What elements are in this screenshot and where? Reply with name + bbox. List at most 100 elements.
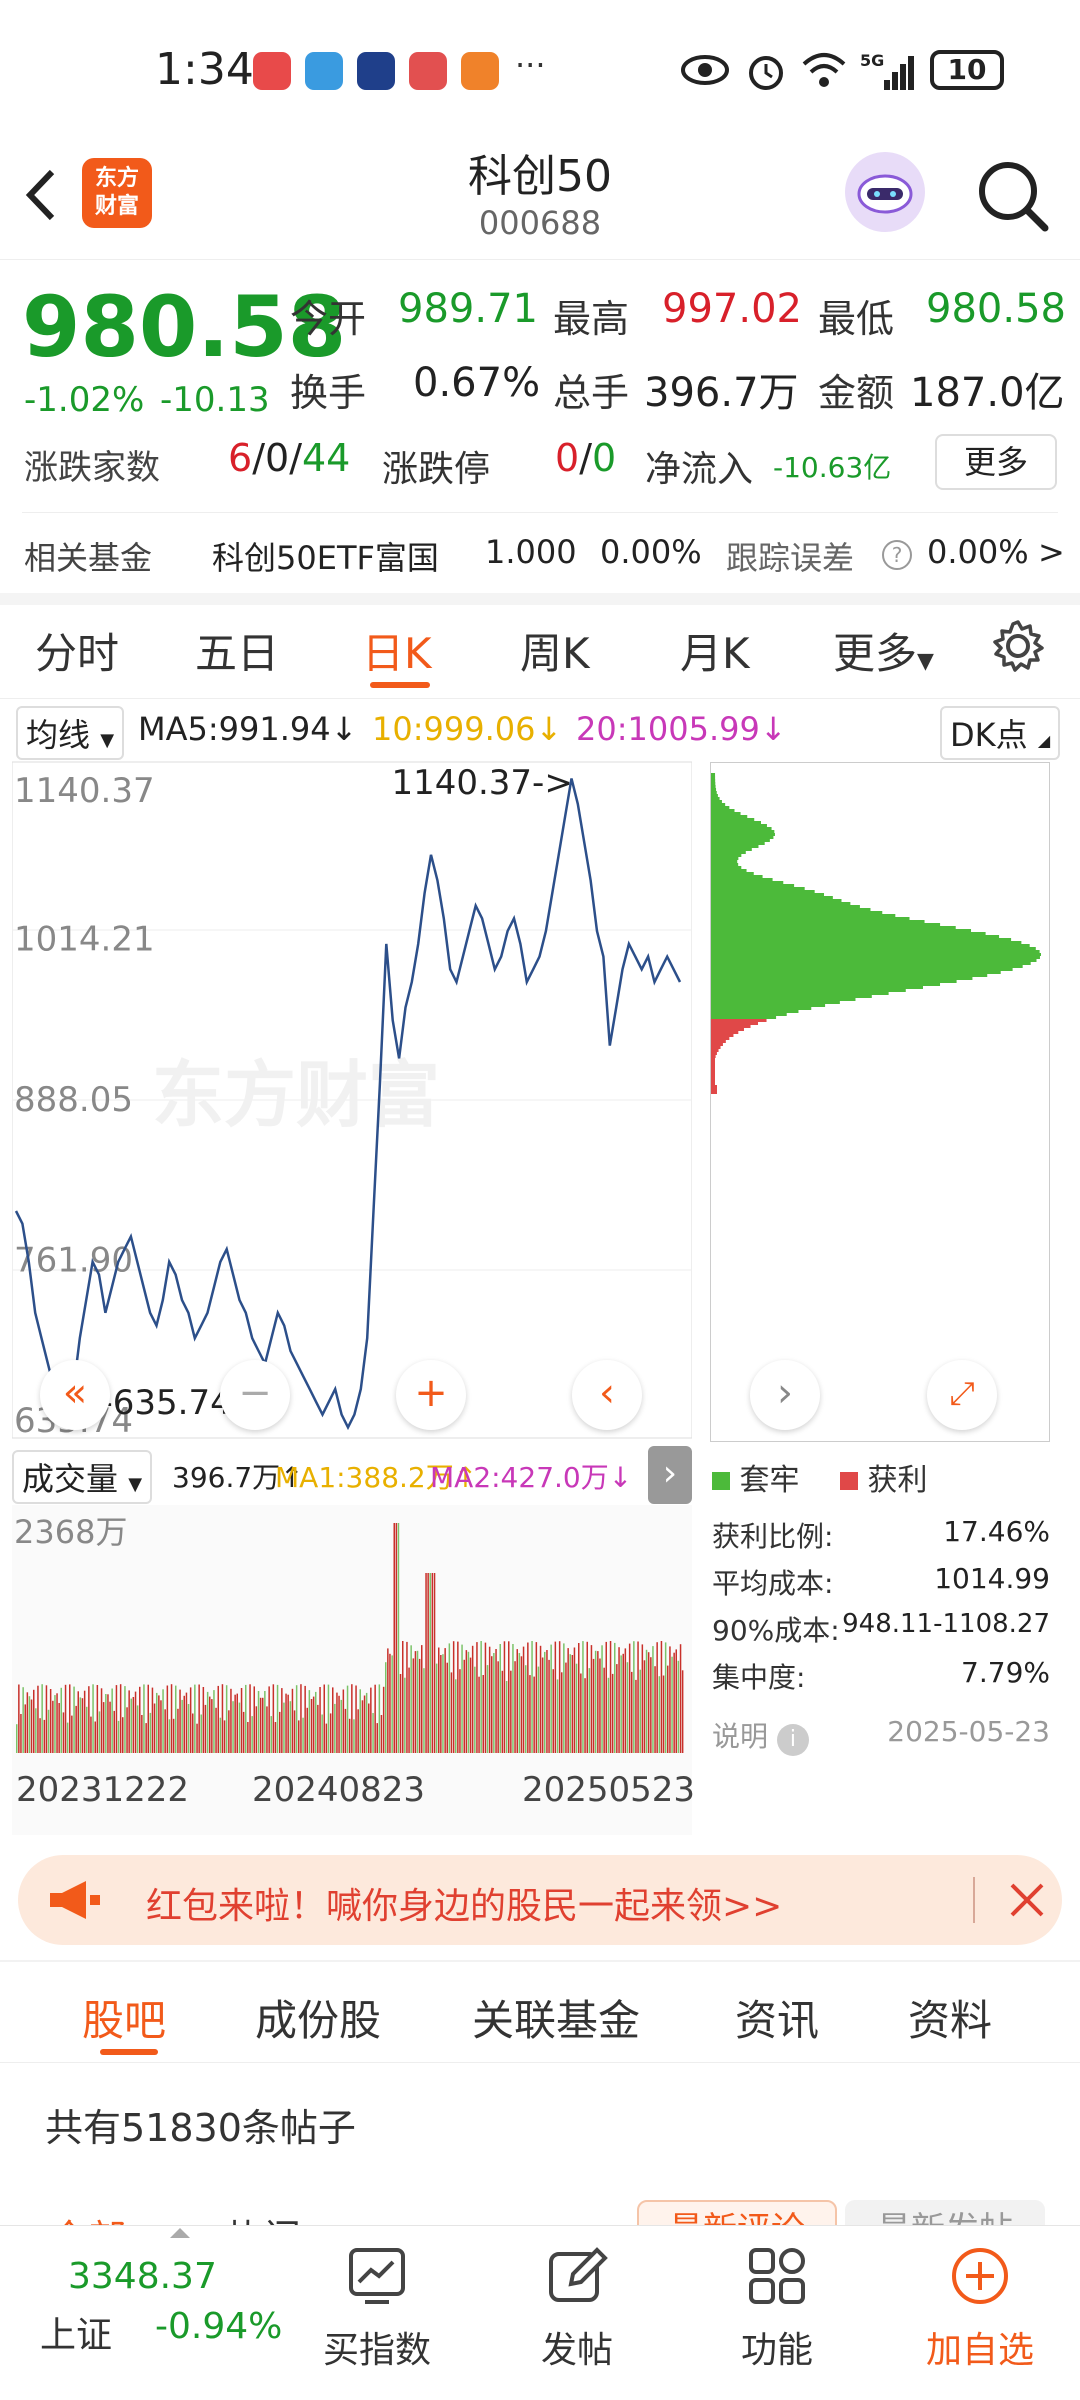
chip-bar bbox=[711, 1058, 715, 1061]
chip-bar bbox=[711, 974, 988, 977]
chip-bar bbox=[711, 953, 1041, 956]
chip-bar bbox=[711, 905, 860, 908]
tab-minute[interactable]: 分时 bbox=[35, 620, 119, 681]
info-icon: i bbox=[776, 1724, 809, 1756]
promo-banner[interactable]: 红包来啦！喊你身边的股民一起来领>> bbox=[18, 1855, 1062, 1945]
back-arrow-icon[interactable] bbox=[20, 160, 60, 241]
tab-profile[interactable]: 资料 bbox=[908, 1987, 992, 2048]
volume-bar bbox=[516, 1649, 518, 1753]
volume-bar bbox=[461, 1644, 463, 1753]
search-icon[interactable] bbox=[975, 158, 1050, 233]
volume-bar bbox=[274, 1722, 277, 1753]
volume-bar bbox=[58, 1703, 60, 1753]
tab-more[interactable]: 更多▼ bbox=[833, 620, 934, 681]
volume-bar bbox=[355, 1685, 357, 1753]
volume-label: 总手 bbox=[553, 371, 630, 415]
edit-post-icon[interactable] bbox=[545, 2244, 609, 2308]
volume-bar bbox=[170, 1684, 173, 1753]
zoom-in-icon[interactable]: + bbox=[396, 1360, 466, 1430]
chip-bar bbox=[711, 881, 784, 884]
volume-bar bbox=[257, 1691, 260, 1753]
volume-bar bbox=[423, 1668, 425, 1753]
volume-bar bbox=[389, 1653, 391, 1753]
more-button[interactable]: 更多 bbox=[935, 434, 1057, 490]
volume-bar bbox=[100, 1688, 103, 1753]
chip-bar bbox=[711, 854, 742, 857]
volume-bar bbox=[238, 1702, 241, 1753]
banner-text: 红包来啦！喊你身边的股民一起来领>> bbox=[146, 1886, 783, 1927]
price-chart[interactable]: 东方财富 1140.371014.21888.05761.90635.74 11… bbox=[12, 760, 692, 1440]
volume-bar bbox=[518, 1653, 521, 1753]
index-name[interactable]: 上证 bbox=[40, 2306, 112, 2358]
tab-five-day[interactable]: 五日 bbox=[195, 620, 279, 681]
volume-bar bbox=[548, 1659, 550, 1753]
chip-bar bbox=[711, 791, 717, 794]
tab-related-funds[interactable]: 关联基金 bbox=[472, 1987, 640, 2048]
gear-icon[interactable] bbox=[990, 618, 1046, 674]
zoom-out-icon[interactable]: − bbox=[220, 1360, 290, 1430]
dk-point-selector[interactable]: DK点 ◢ bbox=[940, 706, 1061, 760]
volume-bar bbox=[90, 1716, 92, 1753]
tracking-more-icon[interactable]: > bbox=[1038, 533, 1065, 571]
divider bbox=[973, 1877, 975, 1923]
low-label: 最低 bbox=[818, 297, 895, 341]
expand-up-arrow-icon[interactable] bbox=[170, 2228, 190, 2238]
function-label[interactable]: 功能 bbox=[697, 2321, 857, 2373]
tab-monthly-k[interactable]: 月K bbox=[680, 620, 750, 681]
volume-bar bbox=[153, 1703, 156, 1753]
volume-bar bbox=[569, 1654, 571, 1753]
tab-news[interactable]: 资讯 bbox=[735, 1987, 819, 2048]
volume-bar bbox=[266, 1706, 268, 1753]
volume-bar bbox=[374, 1684, 376, 1753]
buy-index-label[interactable]: 买指数 bbox=[297, 2321, 457, 2373]
fund-name[interactable]: 科创50ETF富国 bbox=[212, 533, 439, 579]
expand-panel-arrow-icon[interactable]: › bbox=[648, 1446, 692, 1504]
chip-bar bbox=[711, 932, 986, 935]
volume-bar bbox=[455, 1679, 457, 1753]
volume-bar bbox=[291, 1688, 294, 1753]
help-icon[interactable]: ? bbox=[880, 538, 914, 572]
volume-bar bbox=[279, 1711, 281, 1753]
netflow-label: 净流入 bbox=[645, 449, 754, 490]
netflow-value: -10.63亿 bbox=[773, 451, 892, 484]
volume-bar bbox=[550, 1644, 552, 1753]
volume-bar bbox=[611, 1673, 614, 1753]
add-watchlist-icon[interactable] bbox=[948, 2244, 1012, 2308]
volume-bar bbox=[675, 1649, 677, 1753]
tab-constituents[interactable]: 成份股 bbox=[255, 1987, 381, 2048]
volume-selector[interactable]: 成交量 ▼ bbox=[12, 1450, 153, 1504]
chip-bar bbox=[711, 1037, 730, 1040]
post-label[interactable]: 发帖 bbox=[497, 2321, 657, 2373]
chip-note[interactable]: 说明 i bbox=[712, 1715, 809, 1756]
chart-trend-icon[interactable] bbox=[345, 2244, 409, 2308]
volume-bar bbox=[329, 1713, 332, 1753]
scroll-left-icon[interactable]: ‹ bbox=[572, 1360, 642, 1430]
index-value[interactable]: 3348.37 bbox=[68, 2256, 217, 2297]
volume-bar bbox=[620, 1655, 622, 1753]
profit-ratio-label: 获利比例: bbox=[712, 1520, 834, 1553]
volume-bar bbox=[603, 1667, 605, 1753]
volume-bar bbox=[527, 1642, 529, 1753]
function-grid-icon[interactable] bbox=[745, 2244, 809, 2308]
volume-bar bbox=[656, 1642, 658, 1753]
tab-guba[interactable]: 股吧 bbox=[82, 1987, 166, 2048]
index-change[interactable]: -0.94% bbox=[155, 2306, 282, 2347]
add-watchlist-label[interactable]: 加自选 bbox=[900, 2321, 1060, 2373]
volume-bar bbox=[253, 1686, 255, 1753]
tab-weekly-k[interactable]: 周K bbox=[520, 620, 590, 681]
volume-bar bbox=[81, 1698, 84, 1753]
ma-selector[interactable]: 均线 ▼ bbox=[16, 706, 125, 760]
ai-assistant-robot-icon[interactable] bbox=[845, 152, 925, 232]
volume-bar bbox=[503, 1641, 506, 1753]
volume-bar bbox=[376, 1723, 378, 1753]
volume-bar bbox=[79, 1697, 82, 1753]
chip-bar bbox=[711, 824, 767, 827]
volume-bar bbox=[262, 1697, 264, 1753]
tab-daily-k[interactable]: 日K bbox=[362, 620, 432, 681]
scroll-left-double-icon[interactable]: « bbox=[40, 1360, 110, 1430]
chip-bar bbox=[711, 1055, 716, 1058]
chip-bar bbox=[711, 848, 752, 851]
volume-bar bbox=[628, 1643, 631, 1753]
close-icon[interactable] bbox=[1008, 1881, 1046, 1919]
turnover-label: 换手 bbox=[290, 371, 367, 415]
